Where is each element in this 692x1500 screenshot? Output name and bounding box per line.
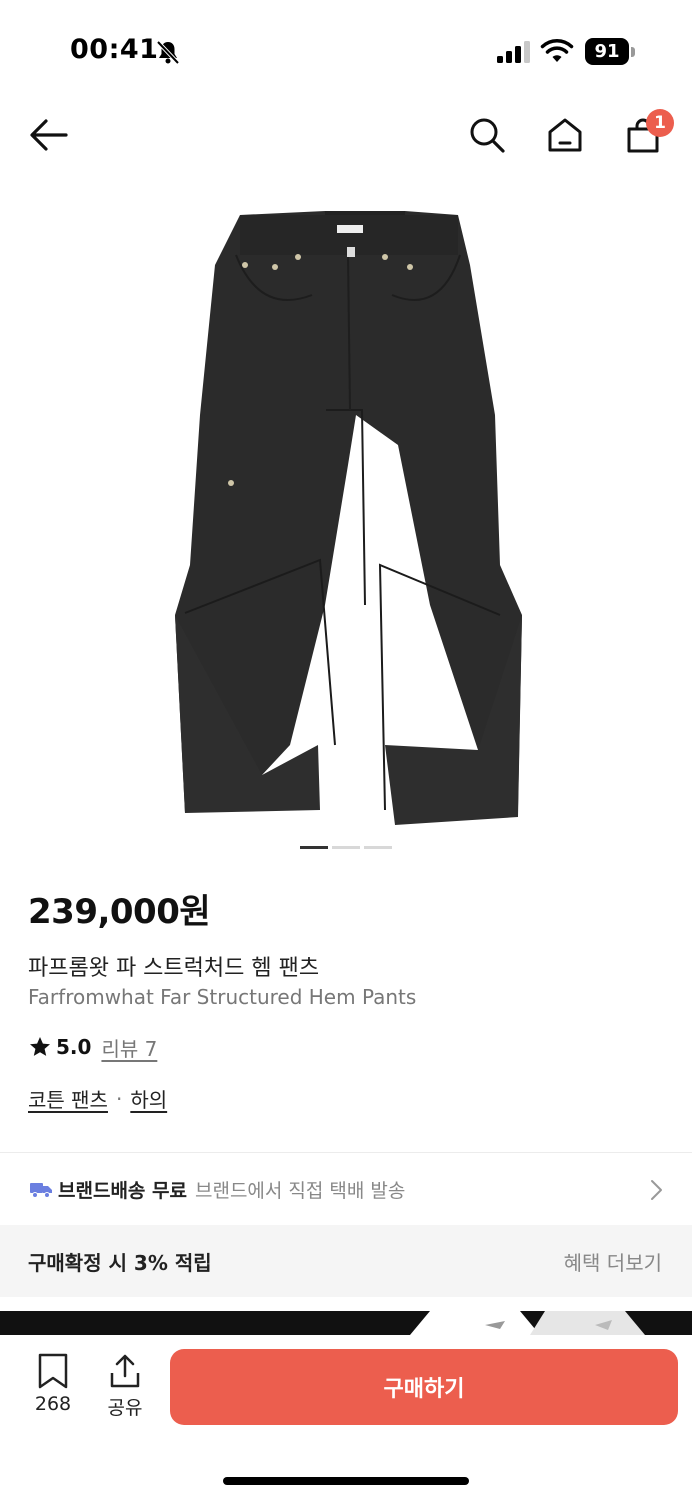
battery-level: 91 xyxy=(585,38,629,65)
category-breadcrumb: 코튼 팬츠 · 하의 xyxy=(28,1084,167,1113)
product-name-korean: 파프롬왓 파 스트럭처드 헴 팬츠 xyxy=(28,956,320,981)
share-label: 공유 xyxy=(107,1397,143,1419)
pager-dot xyxy=(364,846,392,849)
next-section-preview xyxy=(0,1311,692,1335)
arrow-left-icon xyxy=(30,119,68,151)
bookmark-icon xyxy=(38,1353,68,1389)
cellular-signal-icon xyxy=(497,41,530,63)
star-icon xyxy=(30,1037,50,1056)
search-button[interactable] xyxy=(464,112,510,158)
home-button[interactable] xyxy=(542,112,588,158)
image-pager xyxy=(300,846,392,850)
top-nav xyxy=(0,100,692,170)
cart-count-badge: 1 xyxy=(646,109,674,137)
chevron-right-icon xyxy=(651,1180,662,1200)
share-icon xyxy=(110,1354,140,1388)
category-separator: · xyxy=(115,1086,123,1111)
battery-tip xyxy=(631,47,635,57)
benefit-row: 구매확정 시 3% 적립 혜택 더보기 xyxy=(0,1225,692,1297)
wifi-icon xyxy=(540,39,574,62)
share-button[interactable]: 공유 xyxy=(100,1353,150,1423)
product-name-english: Farfromwhat Far Structured Hem Pants xyxy=(28,985,417,1009)
search-icon xyxy=(470,118,505,153)
product-price: 239,000원 xyxy=(28,892,211,932)
pager-dot xyxy=(332,846,360,849)
benefit-text: 구매확정 시 3% 적립 xyxy=(28,1251,212,1275)
pants-illustration xyxy=(175,211,522,825)
bottom-action-bar: 268 공유 구매하기 xyxy=(0,1335,692,1500)
buy-button[interactable]: 구매하기 xyxy=(170,1349,678,1425)
pager-dot xyxy=(300,846,328,849)
bookmark-count: 268 xyxy=(34,1393,72,1415)
home-icon xyxy=(548,118,582,152)
rating-row: 5.0 리뷰 7 xyxy=(28,1033,157,1061)
shipping-title: 브랜드배송 무료 xyxy=(58,1179,187,1202)
review-link[interactable]: 리뷰 7 xyxy=(101,1033,157,1062)
shipping-info-row[interactable]: 브랜드배송 무료 브랜드에서 직접 택배 발송 xyxy=(0,1153,692,1225)
benefit-more-link[interactable]: 혜택 더보기 xyxy=(564,1247,662,1276)
back-button[interactable] xyxy=(26,112,72,158)
status-bar: 00:41 91 xyxy=(0,0,692,100)
home-indicator xyxy=(223,1477,469,1485)
category-link-bottoms[interactable]: 하의 xyxy=(130,1084,167,1113)
bookmark-button[interactable]: 268 xyxy=(28,1353,78,1423)
rating-score: 5.0 xyxy=(56,1035,92,1059)
category-link-cotton-pants[interactable]: 코튼 팬츠 xyxy=(28,1084,108,1113)
truck-icon xyxy=(30,1183,52,1198)
battery-indicator: 91 xyxy=(585,38,635,65)
bell-muted-icon xyxy=(156,40,180,65)
product-image[interactable] xyxy=(0,185,692,835)
shipping-subtitle: 브랜드에서 직접 택배 발송 xyxy=(194,1179,406,1202)
status-time: 00:41 xyxy=(70,34,159,65)
